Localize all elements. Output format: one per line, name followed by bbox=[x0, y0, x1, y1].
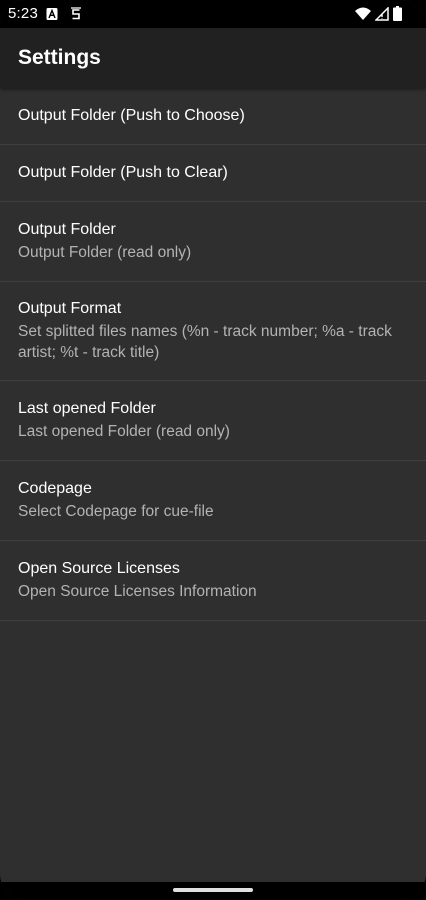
wifi-icon bbox=[355, 7, 371, 20]
a-box-notification-icon bbox=[46, 8, 58, 20]
phone-frame: 5:23 Settings Output Folder (Push to Cho… bbox=[0, 0, 426, 900]
home-gesture-handle[interactable] bbox=[173, 888, 253, 892]
setting-title: Output Folder (Push to Clear) bbox=[18, 164, 228, 181]
setting-output-folder[interactable]: Output Folder Output Folder (read only) bbox=[0, 202, 426, 282]
setting-output-format[interactable]: Output Format Set splitted files names (… bbox=[0, 282, 426, 381]
setting-title: Open Source Licenses bbox=[18, 560, 180, 577]
app-bar: Settings bbox=[0, 28, 426, 88]
setting-summary: Select Codepage for cue-file bbox=[18, 503, 214, 520]
battery-icon bbox=[393, 6, 402, 21]
setting-summary: Set splitted files names (%n - track num… bbox=[18, 323, 392, 361]
status-system-icons bbox=[355, 6, 402, 21]
s-notification-icon bbox=[71, 7, 81, 20]
navigation-bar bbox=[0, 882, 426, 900]
setting-output-folder-choose[interactable]: Output Folder (Push to Choose) bbox=[0, 88, 426, 145]
setting-title: Output Folder (Push to Choose) bbox=[18, 107, 245, 124]
setting-output-folder-clear[interactable]: Output Folder (Push to Clear) bbox=[0, 145, 426, 202]
status-time: 5:23 bbox=[8, 5, 38, 22]
setting-summary: Last opened Folder (read only) bbox=[18, 423, 230, 440]
setting-title: Codepage bbox=[18, 480, 92, 497]
screen: 5:23 Settings Output Folder (Push to Cho… bbox=[0, 0, 426, 900]
page-title: Settings bbox=[18, 46, 101, 69]
setting-title: Output Folder bbox=[18, 221, 116, 238]
setting-last-opened-folder[interactable]: Last opened Folder Last opened Folder (r… bbox=[0, 381, 426, 461]
setting-title: Output Format bbox=[18, 300, 122, 317]
setting-summary: Output Folder (read only) bbox=[18, 244, 192, 261]
setting-summary: Open Source Licenses Information bbox=[18, 583, 257, 600]
setting-codepage[interactable]: Codepage Select Codepage for cue-file bbox=[0, 461, 426, 541]
setting-open-source-licenses[interactable]: Open Source Licenses Open Source License… bbox=[0, 541, 426, 621]
status-bar: 5:23 bbox=[0, 0, 426, 28]
setting-title: Last opened Folder bbox=[18, 400, 156, 417]
signal-icon bbox=[375, 6, 389, 21]
settings-list: Output Folder (Push to Choose) Output Fo… bbox=[0, 88, 426, 621]
